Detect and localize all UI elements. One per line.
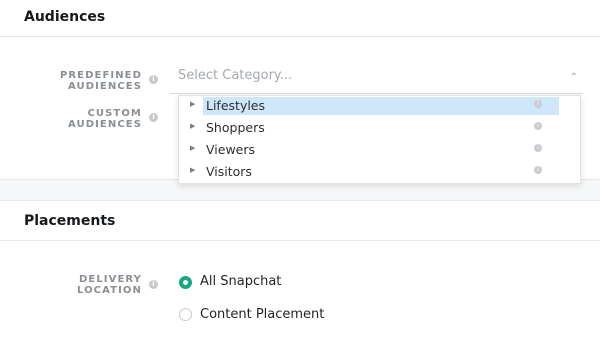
category-dropdown: ▶ Lifestyles i ▶ Shoppers i ▶ Viewers i …	[178, 95, 581, 184]
radio-label-content-placement[interactable]: Content Placement	[200, 307, 324, 322]
dropdown-item-label: Viewers	[206, 142, 256, 157]
select-placeholder: Select Category...	[178, 68, 293, 83]
radio-content-placement[interactable]	[179, 308, 192, 321]
info-icon[interactable]: i	[534, 100, 542, 108]
info-icon[interactable]: i	[534, 122, 542, 130]
dropdown-item-label: Lifestyles	[206, 98, 266, 113]
label-line: AUDIENCES	[67, 119, 142, 130]
radio-all-snapchat[interactable]	[179, 276, 192, 289]
label-line: LOCATION	[76, 285, 142, 296]
radio-label-all-snapchat[interactable]: All Snapchat	[200, 274, 281, 289]
label-line: CUSTOM	[87, 108, 142, 119]
delivery-location-label: DELIVERY LOCATION	[77, 274, 142, 296]
dropdown-item-lifestyles[interactable]: ▶ Lifestyles i	[179, 96, 582, 116]
custom-audiences-label: CUSTOM AUDIENCES	[68, 108, 142, 130]
divider	[0, 240, 600, 241]
dropdown-item-visitors[interactable]: ▶ Visitors i	[179, 162, 582, 182]
predefined-audiences-label: PREDEFINED AUDIENCES	[60, 70, 142, 92]
dropdown-item-viewers[interactable]: ▶ Viewers i	[179, 140, 582, 160]
dropdown-item-label: Shoppers	[206, 120, 265, 135]
category-select[interactable]: Select Category... ⌃	[170, 60, 582, 94]
triangle-right-icon[interactable]: ▶	[190, 122, 195, 130]
audiences-title: Audiences	[24, 9, 106, 25]
info-icon[interactable]: i	[534, 144, 542, 152]
triangle-right-icon[interactable]: ▶	[190, 144, 195, 152]
label-line: PREDEFINED	[59, 70, 142, 81]
divider	[0, 36, 600, 37]
info-icon[interactable]: i	[149, 113, 158, 122]
chevron-up-icon[interactable]: ⌃	[570, 72, 578, 83]
dropdown-item-label: Visitors	[206, 164, 252, 179]
label-line: AUDIENCES	[67, 81, 142, 92]
placements-title: Placements	[24, 213, 116, 229]
label-line: DELIVERY	[79, 274, 142, 285]
dropdown-item-shoppers[interactable]: ▶ Shoppers i	[179, 118, 582, 138]
triangle-right-icon[interactable]: ▶	[190, 100, 195, 108]
info-icon[interactable]: i	[149, 280, 158, 289]
info-icon[interactable]: i	[149, 75, 158, 84]
placements-card: Placements DELIVERY LOCATION i All Snapc…	[0, 200, 600, 357]
triangle-right-icon[interactable]: ▶	[190, 166, 195, 174]
info-icon[interactable]: i	[534, 166, 542, 174]
